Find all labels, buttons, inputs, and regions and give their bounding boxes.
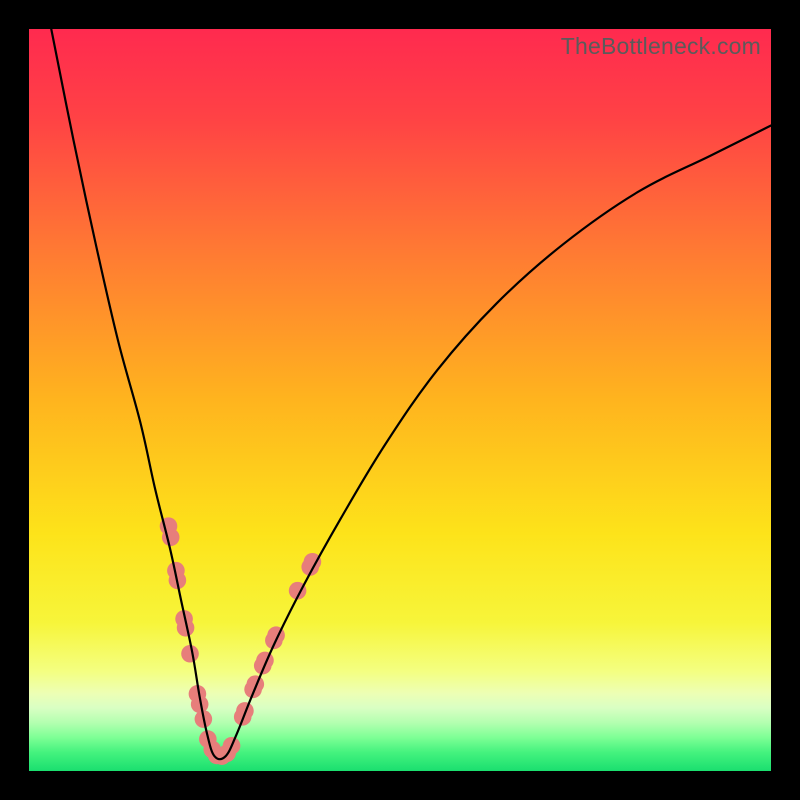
chart-frame: TheBottleneck.com — [0, 0, 800, 800]
plot-area: TheBottleneck.com — [29, 29, 771, 771]
curve-layer — [29, 29, 771, 771]
bottleneck-curve — [51, 29, 771, 759]
marker-dot — [181, 645, 199, 663]
marker-dot — [162, 528, 180, 546]
